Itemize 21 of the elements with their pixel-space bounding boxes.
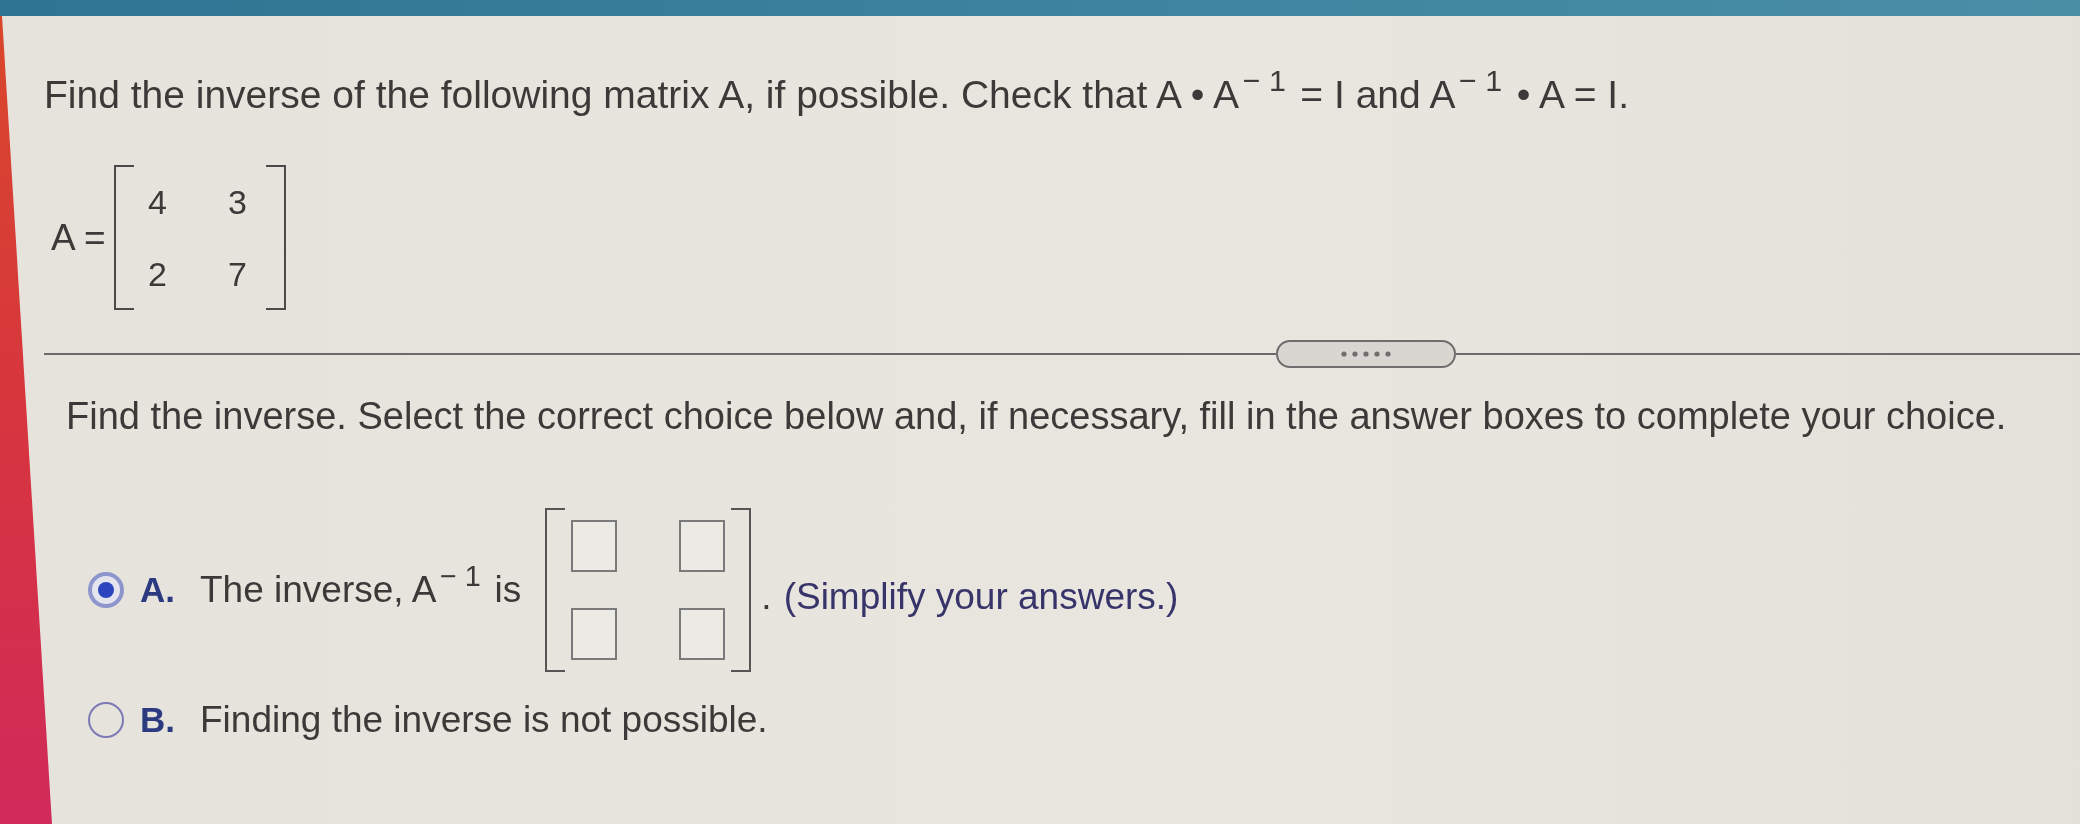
dots-icon [1341,351,1391,357]
answer-box[interactable] [679,608,726,660]
hint-text: (Simplify your answers.) [783,575,1179,619]
choice-letter: B. [140,699,176,741]
matrix-entry: 4 [148,181,167,223]
matrix-entry: 2 [148,253,167,295]
answer-box[interactable] [571,608,618,660]
question-text: Find the inverse of the following matrix A, if possible. Check that A • A$^{− 1}$ = I and A$^{− 1}$ • A = I. [44,73,1629,117]
radio-button[interactable] [88,702,124,738]
matrix-entry: 7 [228,253,247,295]
choice-text: Finding the inverse is not possible. [200,698,768,742]
matrix-label: A = [51,215,106,260]
period-text: . [761,575,772,619]
expand-button[interactable] [1276,340,1456,368]
instruction-text: Find the inverse. Select the correct choice below and, if necessary, fill in the answer boxes to complete your choice. [66,394,2007,438]
answer-box[interactable] [679,520,726,572]
matrix-entry: 3 [228,181,247,223]
answer-box[interactable] [571,520,618,572]
choice-text: The inverse, A$^{− 1}$ is [200,568,522,612]
radio-button[interactable] [88,572,124,608]
choice-letter: A. [140,569,176,611]
